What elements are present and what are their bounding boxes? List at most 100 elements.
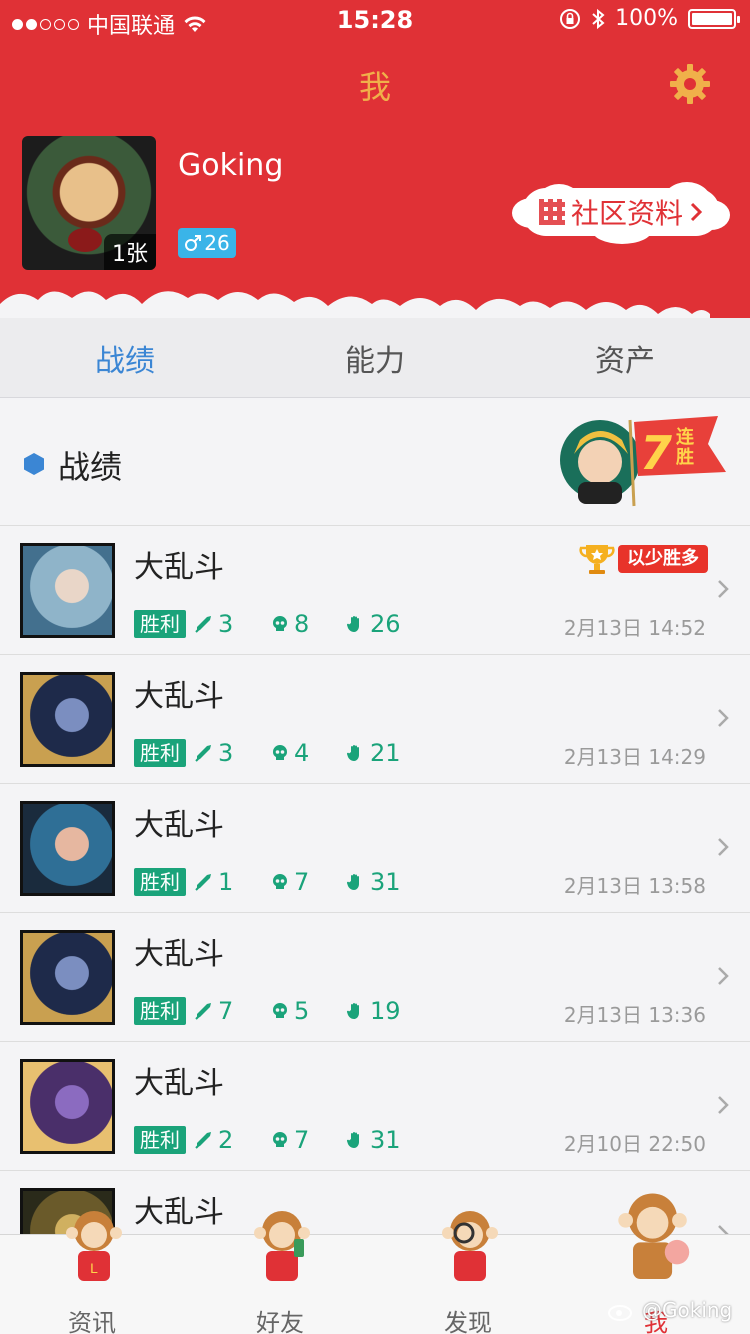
- champion-portrait: [20, 543, 115, 638]
- result-badge: 胜利: [134, 868, 186, 896]
- tabbar-discover[interactable]: 发现: [418, 1211, 518, 1334]
- monkey-peach-icon: [618, 1193, 690, 1279]
- match-row[interactable]: 大乱斗 胜利 2 7 31 2月10日 22:50: [0, 1042, 750, 1171]
- champion-portrait: [20, 672, 115, 767]
- game-mode: 大乱斗: [134, 1195, 224, 1230]
- gear-icon[interactable]: [668, 62, 712, 106]
- match-row[interactable]: 大乱斗 胜利 3 4 21 2月13日 14:29: [0, 655, 750, 784]
- result-badge: 胜利: [134, 997, 186, 1025]
- match-row[interactable]: 大乱斗 胜利 3 8 26 2月13日 14:52 以少胜多: [0, 526, 750, 655]
- sword-icon: [195, 1003, 211, 1020]
- skull-icon: [273, 1132, 287, 1147]
- gender-level-badge: 26: [178, 228, 236, 258]
- tab-ability[interactable]: 能力: [250, 318, 500, 397]
- streak-text: 连胜: [676, 427, 694, 468]
- match-time: 2月13日 14:29: [563, 745, 706, 769]
- skull-icon: [273, 1003, 287, 1018]
- game-mode: 大乱斗: [134, 550, 224, 585]
- game-mode: 大乱斗: [134, 1066, 224, 1101]
- community-profile-button[interactable]: 社区资料: [512, 180, 730, 244]
- status-bar: 中国联通 15:28 100%: [0, 0, 750, 40]
- win-streak-badge[interactable]: 7 连胜: [558, 414, 730, 510]
- battery-icon: [688, 8, 740, 29]
- tab-record[interactable]: 战绩: [0, 318, 250, 397]
- deaths-stat: 7: [270, 868, 309, 896]
- rotation-lock-icon: [560, 8, 581, 29]
- game-mode: 大乱斗: [134, 808, 224, 843]
- qr-code-icon: [538, 199, 565, 225]
- kills-stat: 3: [194, 739, 233, 767]
- tab-assets[interactable]: 资产: [500, 318, 750, 397]
- chevron-right-icon: [718, 838, 729, 856]
- hexagon-icon: [24, 453, 44, 475]
- kills-stat: 1: [194, 868, 233, 896]
- match-row[interactable]: 大乱斗 胜利 7 5 19 2月13日 13:36: [0, 913, 750, 1042]
- skull-icon: [273, 874, 287, 889]
- honor-badge: 以少胜多: [578, 542, 708, 576]
- kills-stat: 7: [194, 997, 233, 1025]
- result-badge: 胜利: [134, 610, 186, 638]
- hand-icon: [346, 745, 359, 761]
- username: Goking: [178, 148, 284, 183]
- skull-icon: [273, 616, 287, 631]
- match-time: 2月10日 22:50: [563, 1132, 706, 1156]
- chevron-right-icon: [690, 202, 703, 222]
- streak-number: 7: [640, 426, 673, 480]
- tabbar-news[interactable]: L 资讯: [42, 1211, 142, 1334]
- chevron-right-icon: [718, 1096, 729, 1114]
- result-badge: 胜利: [134, 739, 186, 767]
- deaths-stat: 4: [270, 739, 309, 767]
- weibo-watermark: @Goking: [608, 1298, 732, 1322]
- sword-icon: [195, 874, 211, 891]
- match-time: 2月13日 14:52: [563, 616, 706, 640]
- match-time: 2月13日 13:58: [563, 874, 706, 898]
- tabbar-friends[interactable]: 好友: [230, 1211, 330, 1334]
- monkey-news-icon: L: [66, 1211, 122, 1281]
- chevron-right-icon: [718, 967, 729, 985]
- profile-header: 中国联通 15:28 100% 我 1张 Goking 26 社区资料: [0, 0, 750, 318]
- assists-stat: 26: [346, 610, 401, 638]
- match-list: 大乱斗 胜利 3 8 26 2月13日 14:52 以少胜多 大乱斗 胜利 3 …: [0, 526, 750, 1300]
- page-title: 我: [358, 68, 391, 106]
- game-mode: 大乱斗: [134, 937, 224, 972]
- male-icon: [185, 235, 202, 251]
- avatar[interactable]: 1张: [22, 136, 156, 270]
- kills-stat: 3: [194, 610, 233, 638]
- community-label: 社区资料: [570, 197, 683, 230]
- chevron-right-icon: [718, 709, 729, 727]
- hand-icon: [346, 616, 359, 632]
- sword-icon: [195, 745, 211, 762]
- deaths-stat: 7: [270, 1126, 309, 1154]
- section-title: 战绩: [58, 448, 123, 486]
- champion-portrait: [20, 1059, 115, 1154]
- sword-icon: [195, 616, 211, 633]
- avatar-photo-count: 1张: [104, 234, 156, 270]
- bluetooth-icon: [592, 8, 605, 29]
- hand-icon: [346, 874, 359, 890]
- skull-icon: [273, 745, 287, 760]
- monkey-magnifier-icon: [442, 1211, 498, 1281]
- monkey-phone-icon: [254, 1211, 310, 1281]
- assists-stat: 31: [346, 1126, 401, 1154]
- champion-portrait: [20, 930, 115, 1025]
- level-number: 26: [204, 231, 230, 255]
- tabbar-label: 发现: [444, 1309, 492, 1334]
- svg-text:L: L: [90, 1260, 98, 1276]
- assists-stat: 21: [346, 739, 401, 767]
- assists-stat: 19: [346, 997, 401, 1025]
- trophy-icon: [579, 545, 615, 574]
- hand-icon: [346, 1132, 359, 1148]
- champion-portrait: [20, 801, 115, 896]
- result-badge: 胜利: [134, 1126, 186, 1154]
- profile-tabs: 战绩 能力 资产: [0, 318, 750, 398]
- game-mode: 大乱斗: [134, 679, 224, 714]
- deaths-stat: 8: [270, 610, 309, 638]
- match-row[interactable]: 大乱斗 胜利 1 7 31 2月13日 13:58: [0, 784, 750, 913]
- sword-icon: [195, 1132, 211, 1149]
- kills-stat: 2: [194, 1126, 233, 1154]
- tabbar-label: 好友: [256, 1309, 304, 1334]
- battery-percent: 100%: [615, 6, 678, 31]
- tabbar-label: 资讯: [68, 1309, 116, 1334]
- assists-stat: 31: [346, 868, 401, 896]
- deaths-stat: 5: [270, 997, 309, 1025]
